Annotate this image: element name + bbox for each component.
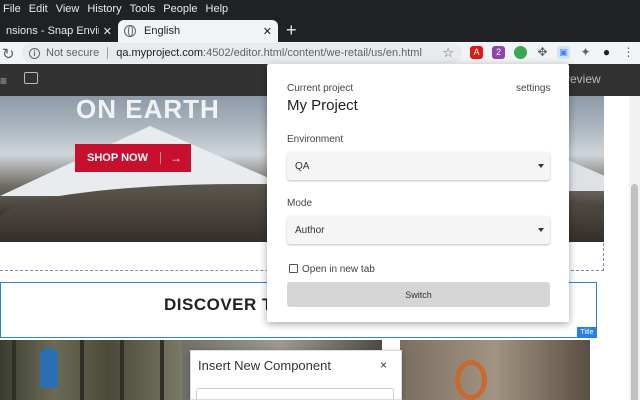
snap-env-icon[interactable]: ▣: [557, 46, 570, 59]
tree-shape: [80, 340, 84, 400]
environment-label: Environment: [287, 134, 344, 145]
open-new-tab-label[interactable]: Open in new tab: [302, 264, 375, 275]
close-icon[interactable]: ✕: [103, 25, 112, 38]
tab-strip: nsions - Snap Environment ✕ English ✕: [0, 18, 640, 42]
preview-button[interactable]: review: [566, 72, 601, 86]
caret-down-icon: [538, 228, 544, 232]
address-bar[interactable]: i Not secure qa.myproject.com:4502/edito…: [22, 43, 462, 63]
discover-title: DISCOVER T: [164, 295, 273, 314]
menu-edit[interactable]: Edit: [29, 3, 48, 15]
mode-value: Author: [295, 224, 325, 236]
badge-ext-icon[interactable]: 2: [492, 46, 505, 59]
move-icon[interactable]: ✥: [536, 46, 549, 59]
tree-shape: [160, 340, 164, 400]
runner-figure: [40, 348, 58, 388]
color-ext-icon[interactable]: [514, 46, 527, 59]
environment-value: QA: [295, 160, 310, 172]
tab-snap-environment[interactable]: nsions - Snap Environment ✕: [0, 20, 118, 42]
tree-shape: [120, 340, 124, 400]
shop-now-button[interactable]: SHOP NOW →: [75, 144, 191, 172]
new-tab-button[interactable]: +: [286, 20, 297, 40]
mode-label: Mode: [287, 198, 313, 209]
globe-icon: [124, 25, 136, 37]
reload-icon[interactable]: ↻: [2, 45, 15, 63]
rope-shape: [455, 360, 487, 400]
menu-history[interactable]: History: [87, 3, 121, 15]
page-scrollbar[interactable]: [629, 96, 640, 400]
url-host: qa.myproject.com: [116, 47, 204, 59]
profile-icon[interactable]: ●: [600, 46, 613, 59]
settings-link[interactable]: settings: [516, 83, 550, 94]
forest-image: [0, 340, 182, 400]
url-path: :4502/editor.html/content/we-retail/us/e…: [203, 47, 422, 59]
menu-view[interactable]: View: [56, 3, 80, 15]
scrollbar-thumb[interactable]: [631, 184, 638, 400]
star-icon[interactable]: ☆: [442, 45, 454, 61]
mode-select[interactable]: Author: [287, 216, 550, 244]
switch-button[interactable]: Switch: [287, 282, 550, 307]
divider: [107, 47, 109, 59]
current-project-label: Current project: [287, 83, 354, 94]
component-search-input[interactable]: [196, 388, 394, 400]
climber-image: [400, 340, 590, 400]
menu-file[interactable]: File: [3, 3, 21, 15]
close-icon[interactable]: ✕: [263, 25, 272, 38]
angular-icon[interactable]: A: [470, 46, 483, 59]
component-type-badge: Title: [577, 327, 597, 338]
menu-help[interactable]: Help: [206, 3, 229, 15]
puzzle-icon[interactable]: ✦: [579, 46, 592, 59]
shop-now-label: SHOP NOW: [75, 152, 161, 164]
side-panel-icon[interactable]: ≡: [0, 74, 7, 88]
menu-dots-icon[interactable]: ⋮: [622, 46, 635, 59]
tab-title: nsions - Snap Environment: [6, 25, 99, 37]
environment-select[interactable]: QA: [287, 152, 550, 180]
caret-down-icon: [538, 164, 544, 168]
annotation-icon[interactable]: [24, 72, 38, 84]
project-name: My Project: [287, 97, 358, 114]
tab-english[interactable]: English ✕: [118, 20, 278, 42]
security-label: Not secure: [46, 47, 100, 59]
hero-title: ON EARTH: [76, 94, 220, 124]
menu-bar: File Edit View History Tools People Help: [0, 0, 640, 18]
tab-title: English: [144, 25, 181, 37]
info-icon[interactable]: i: [29, 47, 40, 59]
tree-shape: [12, 340, 16, 400]
menu-people[interactable]: People: [163, 3, 197, 15]
close-icon[interactable]: ×: [380, 358, 387, 372]
open-new-tab-checkbox[interactable]: [289, 264, 298, 273]
arrow-right-icon: →: [170, 151, 182, 165]
insert-dialog-title: Insert New Component: [198, 358, 331, 373]
menu-tools[interactable]: Tools: [130, 3, 156, 15]
